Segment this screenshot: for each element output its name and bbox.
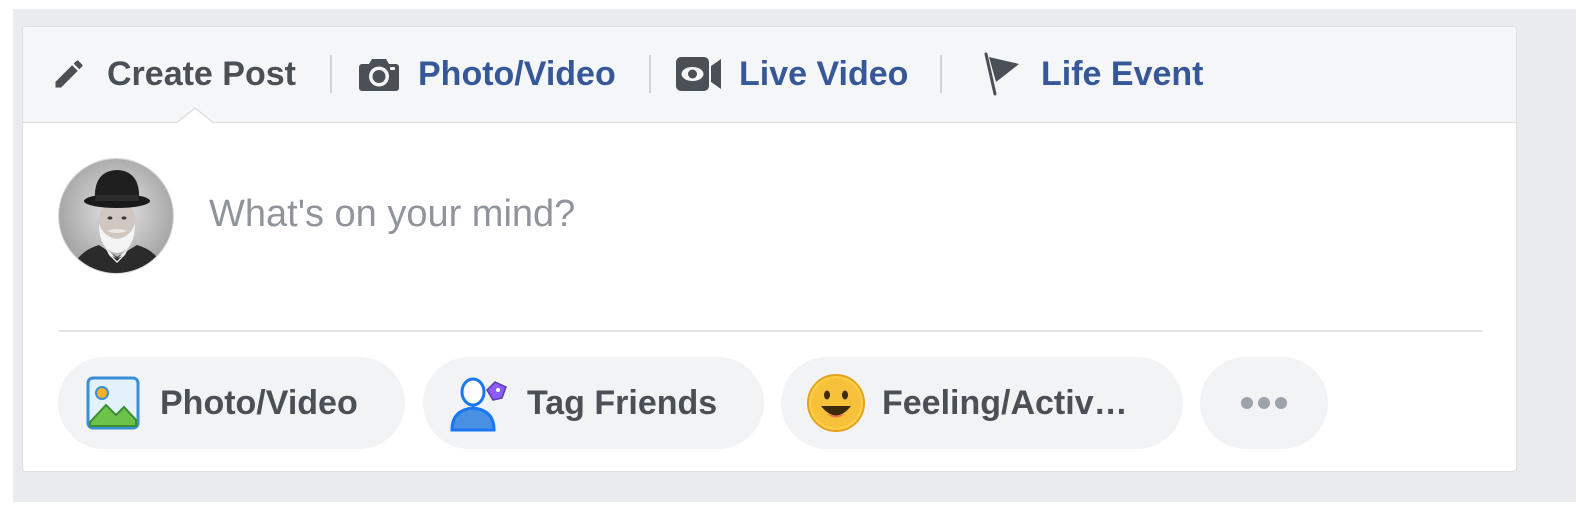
tag-friends-icon — [449, 374, 509, 432]
video-camera-icon — [675, 55, 723, 93]
avatar[interactable] — [58, 158, 174, 274]
photo-icon — [86, 376, 140, 430]
pencil-icon — [51, 56, 87, 92]
page-background: Create Post Photo/Video Live Video Life … — [13, 9, 1576, 502]
tab-photo-video[interactable]: Photo/Video — [358, 27, 616, 121]
tab-label: Photo/Video — [418, 54, 616, 93]
tab-separator — [940, 55, 942, 93]
tag-friends-button[interactable]: Tag Friends — [423, 357, 764, 449]
action-label: Feeling/Activ… — [882, 383, 1128, 422]
camera-icon — [358, 56, 400, 92]
more-dot — [1258, 397, 1270, 409]
composer-tab-bar: Create Post Photo/Video Live Video Life … — [23, 27, 1516, 123]
action-label: Photo/Video — [160, 383, 358, 422]
photo-video-button[interactable]: Photo/Video — [58, 357, 405, 449]
tab-create-post[interactable]: Create Post — [51, 27, 296, 121]
create-post-card: Create Post Photo/Video Live Video Life … — [22, 26, 1517, 472]
flag-icon — [983, 52, 1021, 96]
active-tab-caret — [176, 109, 214, 124]
tab-label: Live Video — [739, 54, 909, 93]
tab-separator — [330, 55, 332, 93]
tab-label: Create Post — [107, 54, 296, 93]
user-avatar — [59, 159, 173, 273]
tab-label: Life Event — [1041, 54, 1204, 93]
composer-input[interactable] — [209, 189, 1409, 239]
tab-life-event[interactable]: Life Event — [983, 27, 1203, 121]
feeling-activity-button[interactable]: Feeling/Activ… — [781, 357, 1183, 449]
tab-live-video[interactable]: Live Video — [675, 27, 908, 121]
more-dot — [1275, 397, 1287, 409]
more-icon — [1241, 397, 1287, 409]
smiley-icon — [806, 373, 866, 433]
tab-separator — [649, 55, 651, 93]
more-dot — [1241, 397, 1253, 409]
action-label: Tag Friends — [527, 383, 718, 422]
more-options-button[interactable] — [1200, 357, 1328, 449]
divider — [58, 330, 1483, 332]
